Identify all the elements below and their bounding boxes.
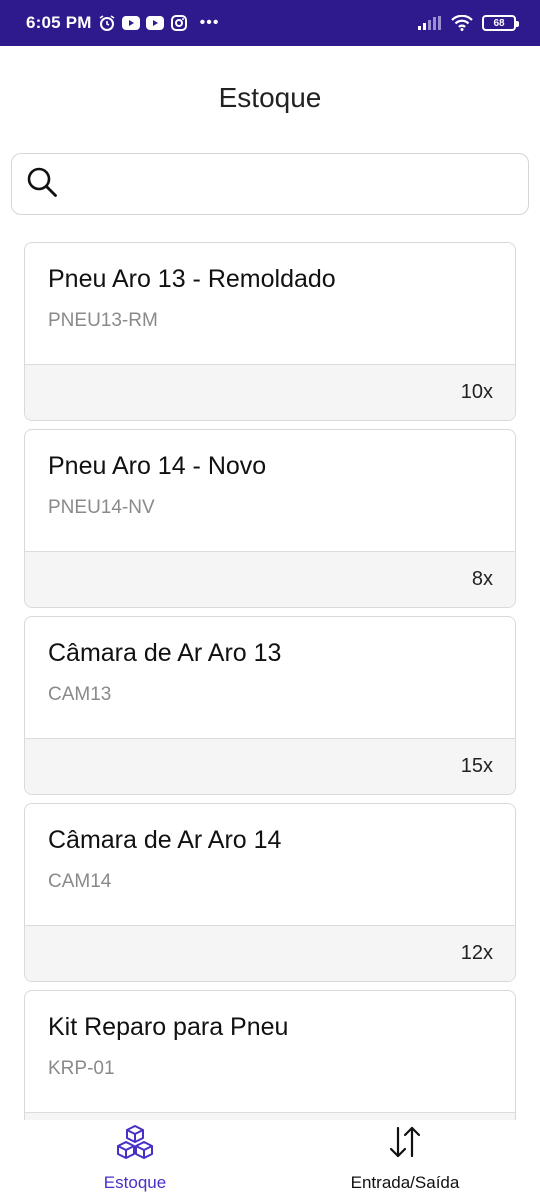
battery-icon: 68 — [482, 15, 519, 31]
swap-vertical-icon — [386, 1124, 424, 1165]
product-code: CAM14 — [48, 871, 112, 892]
instagram-icon — [170, 14, 188, 32]
product-card[interactable]: Kit Reparo para Pneu KRP-01 — [24, 990, 516, 1120]
nav-label-entrada-saida: Entrada/Saída — [350, 1173, 460, 1192]
status-time: 6:05 PM — [26, 13, 92, 32]
alarm-icon — [98, 14, 116, 32]
battery-level: 68 — [493, 17, 505, 29]
product-quantity: 8x — [471, 568, 493, 590]
product-quantity-bar: 8x — [25, 552, 515, 607]
nav-label-estoque: Estoque — [103, 1173, 167, 1192]
bottom-navigation: Estoque Entrada/Saída — [0, 1120, 540, 1200]
search-icon — [26, 166, 58, 203]
page-title: Estoque — [218, 82, 322, 113]
product-code: KRP-01 — [48, 1058, 115, 1079]
product-code: PNEU14-NV — [48, 497, 155, 518]
product-name: Pneu Aro 14 - Novo — [48, 452, 267, 480]
signal-icon — [418, 14, 442, 32]
product-name: Câmara de Ar Aro 14 — [48, 826, 282, 854]
search-input[interactable] — [58, 154, 528, 214]
product-code: CAM13 — [48, 684, 112, 705]
status-bar: 6:05 PM ••• 68 — [0, 0, 540, 46]
product-list[interactable]: Pneu Aro 13 - Remoldado PNEU13-RM 10x Pn… — [24, 242, 516, 1120]
product-quantity: 10x — [460, 381, 493, 403]
wifi-icon — [450, 14, 474, 32]
product-card[interactable]: Pneu Aro 14 - Novo PNEU14-NV 8x — [24, 429, 516, 608]
product-card-body[interactable]: Pneu Aro 13 - Remoldado PNEU13-RM — [25, 243, 515, 365]
nav-item-estoque[interactable]: Estoque — [0, 1120, 270, 1200]
product-code: PNEU13-RM — [48, 310, 158, 331]
product-card-body[interactable]: Kit Reparo para Pneu KRP-01 — [25, 991, 515, 1113]
product-quantity-bar: 15x — [25, 739, 515, 794]
search-bar[interactable] — [11, 153, 529, 215]
product-card[interactable]: Câmara de Ar Aro 14 CAM14 12x — [24, 803, 516, 982]
youtube-icon — [145, 14, 164, 32]
nav-item-entrada-saida[interactable]: Entrada/Saída — [270, 1120, 540, 1200]
cubes-icon — [116, 1124, 154, 1165]
product-card-body[interactable]: Câmara de Ar Aro 13 CAM13 — [25, 617, 515, 739]
product-name: Pneu Aro 13 - Remoldado — [48, 265, 336, 293]
product-card-body[interactable]: Pneu Aro 14 - Novo PNEU14-NV — [25, 430, 515, 552]
product-quantity-bar: 10x — [25, 365, 515, 420]
product-quantity-bar: 12x — [25, 926, 515, 981]
product-quantity: 12x — [460, 942, 493, 964]
product-card[interactable]: Pneu Aro 13 - Remoldado PNEU13-RM 10x — [24, 242, 516, 421]
product-card[interactable]: Câmara de Ar Aro 13 CAM13 15x — [24, 616, 516, 795]
product-name: Câmara de Ar Aro 13 — [48, 639, 282, 667]
more-dots-icon: ••• — [199, 14, 220, 31]
product-card-body[interactable]: Câmara de Ar Aro 14 CAM14 — [25, 804, 515, 926]
youtube-icon — [121, 14, 140, 32]
product-quantity: 15x — [460, 755, 493, 777]
product-quantity-bar — [25, 1113, 515, 1120]
product-name: Kit Reparo para Pneu — [48, 1013, 289, 1041]
